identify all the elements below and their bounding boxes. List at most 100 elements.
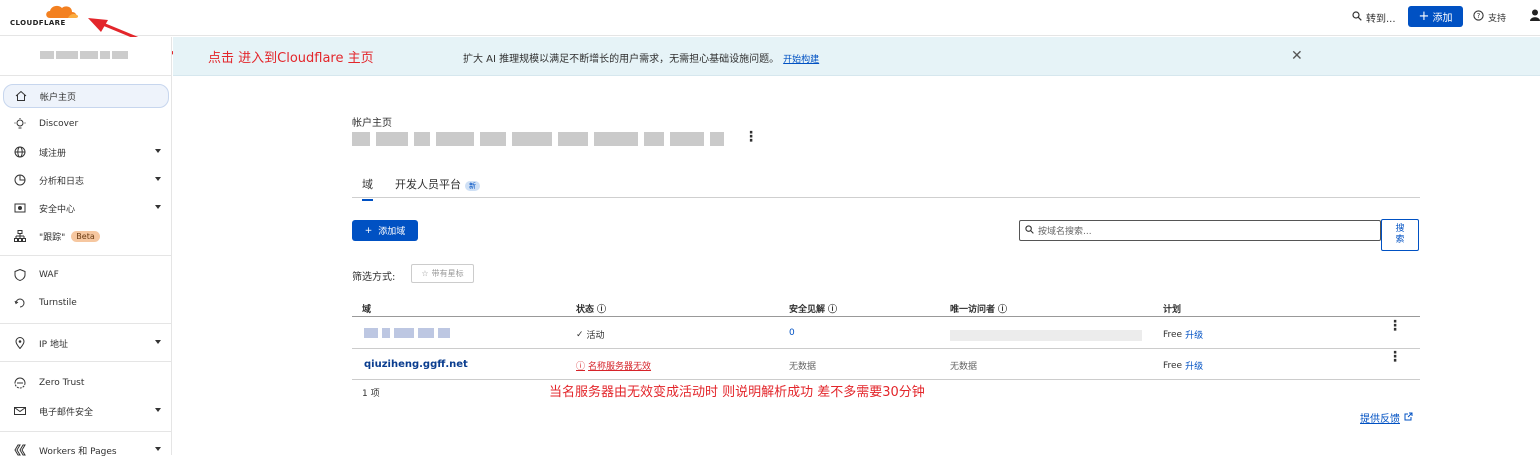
location-icon <box>13 336 27 350</box>
svg-text:?: ? <box>1477 12 1481 20</box>
add-button[interactable]: + 添加 <box>1408 6 1463 27</box>
visitors-value: 无数据 <box>950 362 978 372</box>
search-placeholder: 按域名搜索... <box>1038 227 1092 237</box>
new-badge: 新 <box>465 181 480 191</box>
help-icon: ? <box>1473 10 1484 24</box>
table-row[interactable]: qiuziheng.ggff.net ⓘ 名称服务器无效 无数据 无数据 Free… <box>352 349 1420 380</box>
external-link-icon <box>1404 412 1413 424</box>
feedback-link[interactable]: 提供反馈 <box>1360 410 1413 425</box>
shield-icon <box>13 201 27 215</box>
add-domain-button[interactable]: + 添加域 <box>352 220 418 241</box>
starred-filter[interactable]: ☆ 带有星标 <box>411 264 474 283</box>
status-label: 名称服务器无效 <box>588 362 652 372</box>
tab-label: 开发人员平台 <box>395 178 461 191</box>
announcement-banner: 点击 进入到Cloudflare 主页 扩大 AI 推理规模以满足不断增长的用户… <box>173 37 1540 76</box>
annotation-home-hint: 点击 进入到Cloudflare 主页 <box>208 51 374 66</box>
check-icon: ✓ <box>576 329 584 340</box>
globe-icon <box>13 145 27 159</box>
search-icon <box>1025 224 1034 237</box>
domain-search-input[interactable]: 按域名搜索... <box>1019 220 1381 241</box>
sidebar-item-discover[interactable]: Discover <box>3 112 169 136</box>
account-name-redacted[interactable] <box>40 51 150 63</box>
sidebar-item-label: Discover <box>39 119 79 129</box>
sidebar-item-analytics[interactable]: 分析和日志 <box>3 168 169 192</box>
info-icon[interactable]: ⓘ <box>998 302 1007 315</box>
goto-search[interactable]: 转到... <box>1352 10 1396 25</box>
chevron-down-icon <box>155 205 161 209</box>
sidebar-item-turnstile[interactable]: Turnstile <box>3 291 169 315</box>
add-label: 添加 <box>1432 13 1453 24</box>
tab-bar: 域 开发人员平台新 <box>352 170 1420 201</box>
sidebar-item-label: 分析和日志 <box>39 176 85 187</box>
sidebar-item-account-home[interactable]: 帐户主页 <box>3 84 169 108</box>
beta-badge: Beta <box>71 230 100 242</box>
sidebar-item-label: 帐户主页 <box>40 92 77 103</box>
insights-value[interactable]: 0 <box>789 328 795 338</box>
sidebar-item-security-center[interactable]: 安全中心 <box>3 196 169 220</box>
user-icon[interactable] <box>1530 9 1540 24</box>
chevron-down-icon <box>155 149 161 153</box>
page-title: 帐户主页 <box>352 118 392 129</box>
sidebar-item-ip-address[interactable]: IP 地址 <box>3 331 169 355</box>
upgrade-link[interactable]: 升级 <box>1185 359 1203 372</box>
account-id-redacted <box>352 128 732 150</box>
divider <box>0 75 172 76</box>
banner-text: 扩大 AI 推理规模以满足不断增长的用户需求，无需担心基础设施问题。 <box>463 54 780 65</box>
banner-message: 扩大 AI 推理规模以满足不断增长的用户需求，无需担心基础设施问题。 开始构建 <box>463 50 819 65</box>
plan-label: Free <box>1163 360 1183 371</box>
close-icon[interactable]: ✕ <box>1291 48 1303 64</box>
chevron-down-icon <box>155 408 161 412</box>
chevron-down-icon <box>155 340 161 344</box>
sidebar-item-workers-pages[interactable]: Workers 和 Pages <box>3 438 169 462</box>
annotation-status-hint: 当名服务器由无效变成活动时 则说明解析成功 差不多需要30分钟 <box>549 385 925 400</box>
email-icon <box>13 404 27 418</box>
info-icon[interactable]: ⓘ <box>828 302 837 315</box>
tab-domains[interactable]: 域 <box>362 176 373 201</box>
plan-label: Free <box>1163 329 1183 340</box>
table-header: 域 状态 ⓘ 安全见解 ⓘ 唯一访问者 ⓘ 计划 <box>352 298 1420 317</box>
divider <box>0 431 172 432</box>
sidebar-item-zero-trust[interactable]: Zero Trust <box>3 371 169 395</box>
column-label: 计划 <box>1163 305 1182 315</box>
divider <box>0 255 172 256</box>
chevron-down-icon <box>155 177 161 181</box>
upgrade-link[interactable]: 升级 <box>1185 328 1203 341</box>
plan-cell: Free 升级 <box>1163 359 1203 373</box>
support-menu[interactable]: ? 支持 <box>1473 10 1506 24</box>
table-row[interactable]: ✓ 活动 0 Free 升级 ⋮ <box>352 318 1420 349</box>
info-icon[interactable]: ⓘ <box>597 302 606 315</box>
plus-icon: + <box>1418 8 1430 24</box>
domain-link[interactable]: qiuziheng.ggff.net <box>364 359 468 370</box>
top-bar: CLOUDFLARE 转到... + 添加 ? 支持 <box>0 0 1540 36</box>
column-header-plan: 计划 <box>1163 302 1181 315</box>
sidebar-item-label: 域注册 <box>39 148 67 159</box>
sidebar-item-waf[interactable]: WAF <box>3 263 169 287</box>
row-more-icon[interactable]: ⋮ <box>1388 319 1402 333</box>
divider <box>0 361 172 362</box>
account-more-icon[interactable]: ⋮ <box>744 130 758 144</box>
column-header-visitors: 唯一访问者 ⓘ <box>950 302 1007 315</box>
support-label: 支持 <box>1488 13 1507 24</box>
sidebar-item-label: 安全中心 <box>39 204 76 215</box>
column-label: 唯一访问者 <box>950 305 996 315</box>
column-label: 状态 <box>576 305 595 315</box>
banner-link[interactable]: 开始构建 <box>783 55 819 65</box>
waf-icon <box>13 268 27 282</box>
filter-label: 筛选方式: <box>352 272 396 283</box>
sidebar-item-trace[interactable]: "跟踪" Beta <box>3 224 169 248</box>
tab-label: 域 <box>362 178 373 191</box>
tab-developer-platform[interactable]: 开发人员平台新 <box>395 176 480 192</box>
divider <box>0 323 172 324</box>
sidebar-item-label: "跟踪" <box>39 232 66 243</box>
sidebar-item-domain-registration[interactable]: 域注册 <box>3 140 169 164</box>
status-invalid-nameservers[interactable]: ⓘ 名称服务器无效 <box>576 359 651 372</box>
row-more-icon[interactable]: ⋮ <box>1388 350 1402 364</box>
sidebar-item-email-security[interactable]: 电子邮件安全 <box>3 399 169 423</box>
search-button[interactable]: 搜索 <box>1381 219 1419 251</box>
sidebar-item-label: Turnstile <box>39 298 77 308</box>
lightbulb-icon <box>13 117 27 131</box>
column-label: 安全见解 <box>789 305 826 315</box>
sidebar-item-label: 电子邮件安全 <box>39 407 94 418</box>
domain-redacted[interactable] <box>364 328 451 338</box>
sidebar: 帐户主页 Discover 域注册 分析和日志 安全中心 "跟踪" Beta W… <box>0 37 172 457</box>
